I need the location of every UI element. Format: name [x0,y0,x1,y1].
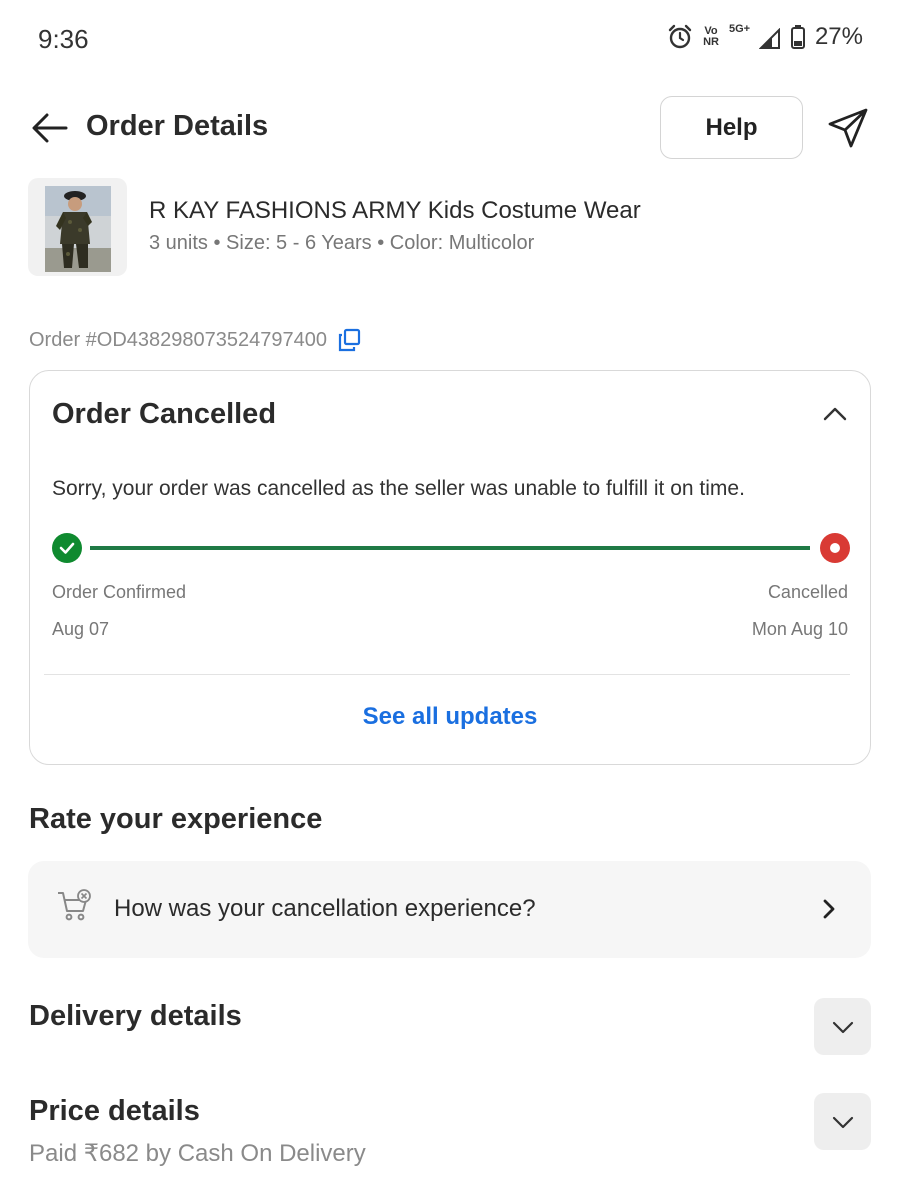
network-type-label: 5G+ [728,23,751,35]
order-id-row: Order #OD438298073524797400 [29,328,361,352]
order-status-card: Order Cancelled Sorry, your order was ca… [29,370,871,765]
tracker-line [90,546,810,550]
cart-cancel-icon [58,889,91,921]
arrow-left-icon [32,113,68,143]
cancelled-dot-icon [820,533,850,563]
page-header: Order Details Help [0,96,899,160]
step-label-confirmed: Order Confirmed [52,582,187,602]
product-image [28,178,127,276]
battery-icon [790,25,805,49]
back-button[interactable] [30,110,70,146]
copy-icon[interactable] [337,328,361,352]
rate-cancellation-card[interactable]: How was your cancellation experience? [28,861,871,958]
alarm-icon [668,24,692,49]
delivery-details-heading: Delivery details [29,1000,242,1032]
chevron-right-icon [823,899,835,919]
collapse-button[interactable] [822,401,848,427]
step-label-cancelled: Cancelled [767,582,848,602]
confirmed-check-icon [52,533,82,563]
signal-indicator: 5G+ [729,22,781,52]
step-date-cancelled: Mon Aug 10 [751,619,848,639]
signal-icon [758,28,780,49]
order-tracker [52,533,850,563]
delivery-expand-button[interactable] [814,998,871,1055]
rate-heading: Rate your experience [29,803,323,835]
payment-summary: Paid ₹682 by Cash On Delivery [29,1140,366,1167]
battery-percent: 27% [814,23,863,50]
step-date-confirmed: Aug 07 [52,619,110,639]
see-all-updates-link[interactable]: See all updates [30,703,870,731]
chevron-down-icon [832,1021,853,1033]
volte-indicator: Vo NR [703,26,719,48]
status-icons: Vo NR 5G+ 27% [667,22,863,52]
product-summary[interactable]: R KAY FASHIONS ARMY Kids Costume Wear 3 … [28,176,873,276]
product-name: R KAY FASHIONS ARMY Kids Costume Wear [149,197,641,224]
product-thumbnail-icon [45,186,111,272]
order-id: Order #OD438298073524797400 [29,328,328,351]
status-bar: 9:36 Vo NR 5G+ 27% [0,0,899,78]
order-status-title: Order Cancelled [52,398,277,430]
help-button[interactable]: Help [660,96,803,159]
cancellation-message: Sorry, your order was cancelled as the s… [52,477,745,500]
rate-prompt: How was your cancellation experience? [114,895,536,922]
product-meta: 3 units • Size: 5 - 6 Years • Color: Mul… [149,232,535,254]
status-time: 9:36 [38,24,89,54]
page-title: Order Details [86,110,269,142]
chevron-up-icon [823,407,847,421]
price-expand-button[interactable] [814,1093,871,1150]
chevron-down-icon [832,1116,853,1128]
nr-label: NR [703,36,719,48]
price-details-heading: Price details [29,1095,200,1127]
card-divider [44,674,850,675]
share-send-icon [828,108,868,148]
share-button[interactable] [826,106,870,150]
